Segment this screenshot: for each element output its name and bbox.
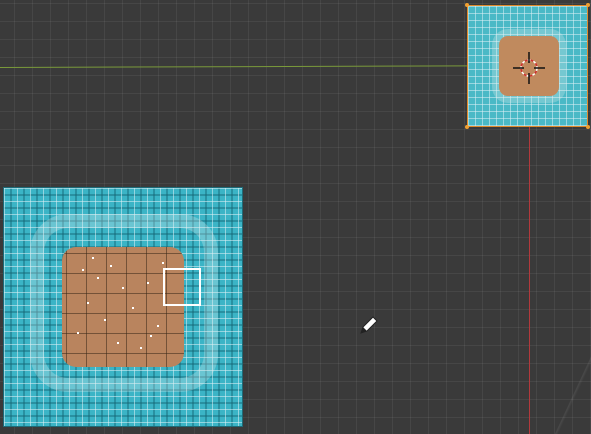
viewport-edge-shading <box>551 324 591 434</box>
selection-box <box>163 268 201 306</box>
speck <box>162 262 164 264</box>
speck <box>77 332 79 334</box>
y-axis-line <box>529 125 530 434</box>
speck <box>110 265 112 267</box>
speck <box>157 325 159 327</box>
3d-viewport[interactable] <box>0 0 591 434</box>
vertex-handle[interactable] <box>586 125 590 129</box>
sand-center[interactable] <box>62 247 184 367</box>
speck <box>92 257 94 259</box>
speck <box>97 277 99 279</box>
speck <box>87 302 89 304</box>
speck <box>104 319 106 321</box>
vertex-handle[interactable] <box>465 3 469 7</box>
speck <box>150 335 152 337</box>
x-axis-line <box>0 65 470 68</box>
speck <box>140 347 142 349</box>
speck <box>132 307 134 309</box>
pencil-cursor-icon <box>360 316 378 334</box>
speck <box>147 282 149 284</box>
speck <box>82 269 84 271</box>
vertex-handle[interactable] <box>586 3 590 7</box>
speck <box>122 287 124 289</box>
speck <box>117 342 119 344</box>
vertex-handle[interactable] <box>465 125 469 129</box>
pool-texture-main[interactable] <box>3 187 243 427</box>
3d-cursor-icon[interactable] <box>513 52 545 84</box>
